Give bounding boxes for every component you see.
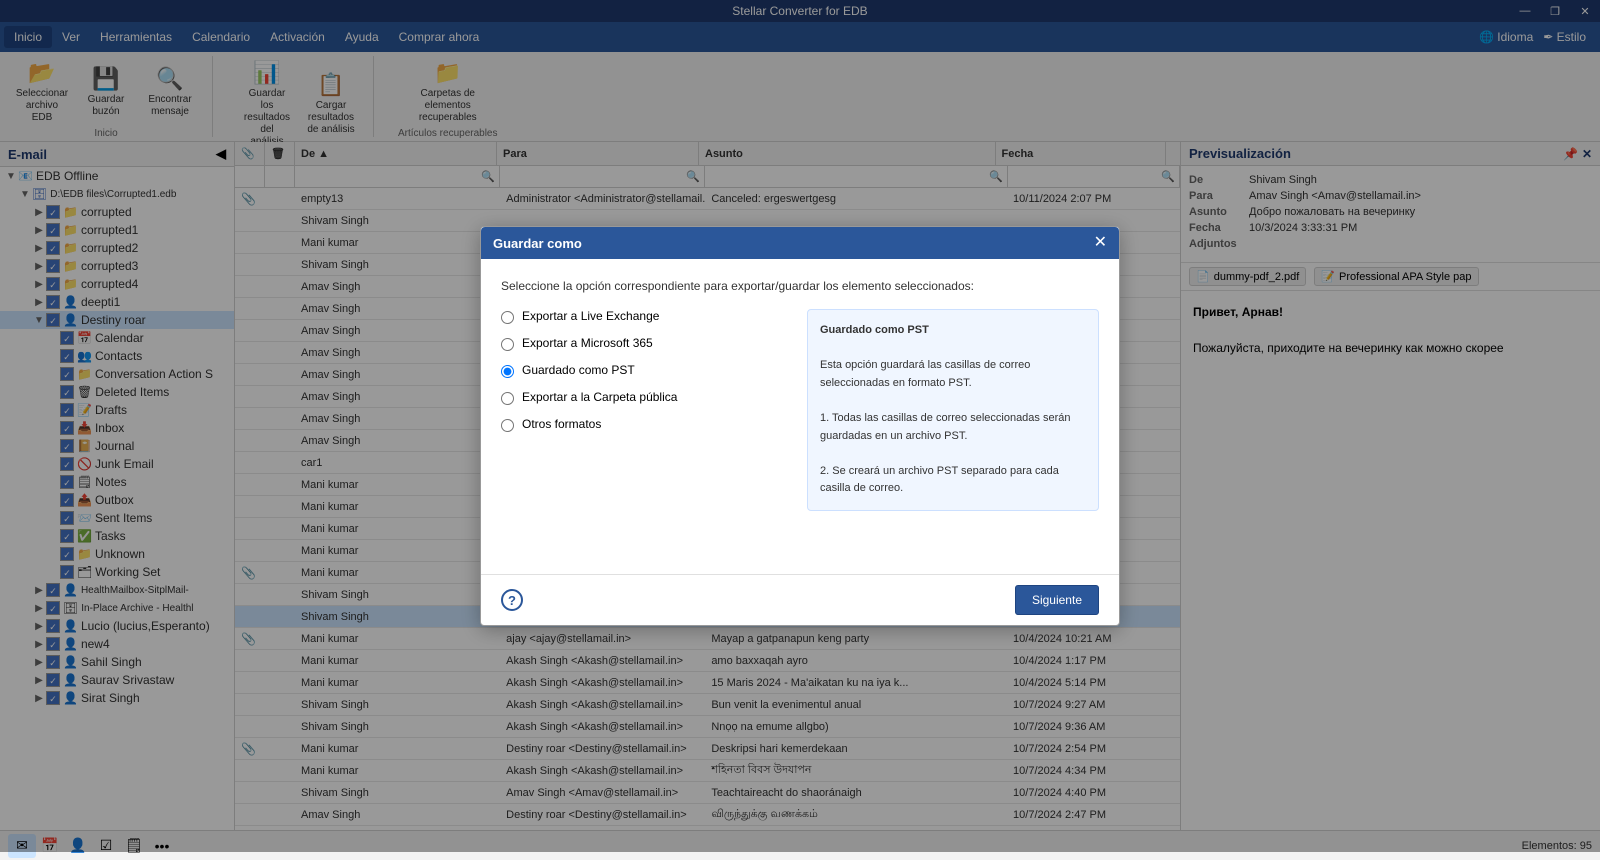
label-pst[interactable]: Guardado como PST [522, 363, 635, 377]
modal-option-m365[interactable]: Exportar a Microsoft 365 [501, 336, 767, 351]
modal-title-bar: Guardar como ✕ [481, 227, 1119, 259]
right-panel-text: Esta opción guardará las casillas de cor… [820, 359, 1071, 494]
modal-body: Seleccione la opción correspondiente par… [481, 259, 1119, 574]
radio-carpeta[interactable] [501, 392, 514, 405]
modal-description: Seleccione la opción correspondiente par… [501, 279, 1099, 293]
help-button[interactable]: ? [501, 589, 523, 611]
modal-option-otros[interactable]: Otros formatos [501, 417, 767, 432]
modal-overlay[interactable]: Guardar como ✕ Seleccione la opción corr… [0, 0, 1600, 852]
modal-right-col: Guardado como PST Esta opción guardará l… [807, 309, 1099, 511]
radio-otros[interactable] [501, 419, 514, 432]
label-exchange[interactable]: Exportar a Live Exchange [522, 309, 659, 323]
modal-close-button[interactable]: ✕ [1094, 235, 1107, 251]
modal-guardar-como: Guardar como ✕ Seleccione la opción corr… [480, 226, 1120, 626]
radio-m365[interactable] [501, 338, 514, 351]
label-carpeta[interactable]: Exportar a la Carpeta pública [522, 390, 677, 404]
right-panel-title: Guardado como PST [820, 324, 929, 336]
modal-title: Guardar como [493, 236, 582, 251]
modal-option-pst[interactable]: Guardado como PST [501, 363, 767, 378]
modal-option-exchange[interactable]: Exportar a Live Exchange [501, 309, 767, 324]
radio-pst[interactable] [501, 365, 514, 378]
modal-help: ? [501, 585, 523, 615]
modal-footer: ? Siguiente [481, 574, 1119, 625]
radio-exchange[interactable] [501, 311, 514, 324]
label-otros[interactable]: Otros formatos [522, 417, 601, 431]
modal-option-carpeta[interactable]: Exportar a la Carpeta pública [501, 390, 767, 405]
siguiente-button[interactable]: Siguiente [1015, 585, 1099, 615]
label-m365[interactable]: Exportar a Microsoft 365 [522, 336, 653, 350]
modal-content-cols: Exportar a Live Exchange Exportar a Micr… [501, 309, 1099, 511]
modal-left-col: Exportar a Live Exchange Exportar a Micr… [501, 309, 767, 511]
